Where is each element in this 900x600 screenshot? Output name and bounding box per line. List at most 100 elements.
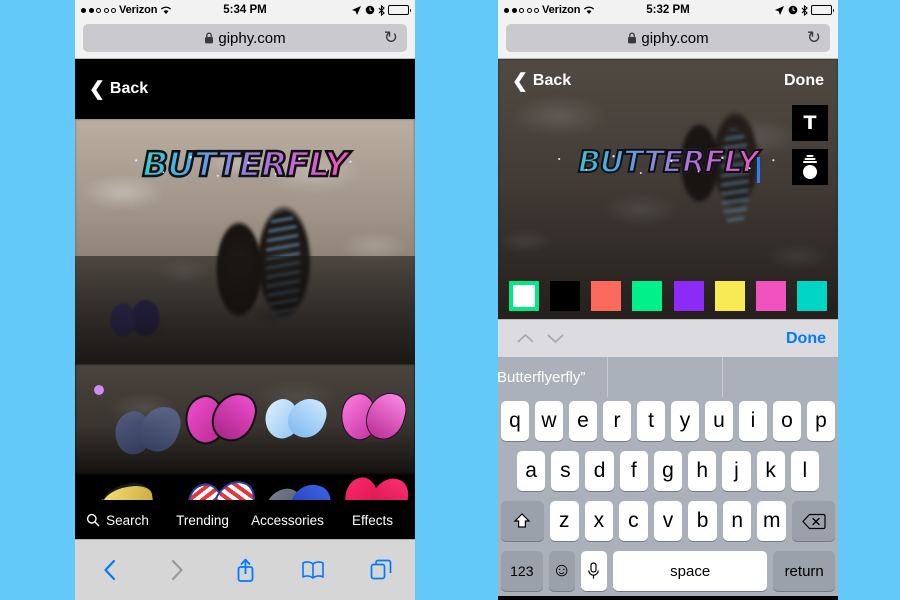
safari-bookmarks-button[interactable] [279,560,347,580]
key-z[interactable]: z [549,501,579,541]
address-bar[interactable]: giphy.com ↻ [83,24,407,52]
list-item[interactable] [109,401,185,459]
emoji-key[interactable]: ☺ [548,551,575,591]
key-f[interactable]: f [619,451,648,491]
key-h[interactable]: h [688,451,717,491]
text-caret [757,156,760,183]
share-icon [237,558,253,582]
swatch-black[interactable] [550,281,581,311]
key-p[interactable]: p [807,401,835,441]
return-key[interactable]: return [773,551,835,591]
book-icon [302,561,324,579]
predictive-text-bar[interactable]: “Butterflyerfly” [498,357,838,397]
shift-key[interactable] [501,501,544,541]
key-n[interactable]: n [722,501,752,541]
key-b[interactable]: b [688,501,717,541]
onscreen-keyboard[interactable]: q w e r t y u i o p a s d f g h j k l z … [498,397,838,596]
giphy-tab-bar[interactable]: Search Trending Accessories Effects [75,500,415,540]
space-key[interactable]: space [613,551,768,591]
photo-shadow-overlay [75,256,415,364]
dictation-key[interactable] [580,551,608,591]
key-c[interactable]: c [619,501,648,541]
tab-search-label: Search [106,512,149,528]
key-i[interactable]: i [739,401,767,441]
chevron-down-icon [547,334,563,343]
swatch-yellow[interactable] [714,281,745,311]
swatch-teal[interactable] [796,281,827,311]
key-t[interactable]: t [637,401,665,441]
key-g[interactable]: g [653,451,683,491]
screenshot-stage: Verizon 5:34 PM giphy.com ↻ ❮ Back BUTTE… [0,0,900,600]
left-back-button[interactable]: ❮ Back [89,80,148,99]
key-e[interactable]: e [569,401,597,441]
key-j[interactable]: j [722,451,751,491]
right-phone-screenshot: Verizon 5:32 PM giphy.com ↻ ❮ Back Done … [498,0,838,600]
previous-field-button[interactable] [510,333,540,344]
list-item[interactable] [177,386,262,450]
prediction-item-1[interactable]: “Butterflyerfly” [498,357,608,397]
key-m[interactable]: m [757,501,787,541]
key-v[interactable]: v [653,501,683,541]
key-w[interactable]: w [535,401,563,441]
swatch-green[interactable] [632,281,663,311]
sticker-editor-canvas[interactable]: ❮ Back Done T BUTTERFLY [498,59,838,319]
alarm-clock-icon [365,5,375,15]
key-y[interactable]: y [671,401,699,441]
prediction-item-2[interactable] [608,357,724,397]
right-browser-chrome: giphy.com ↻ [498,20,838,59]
keyboard-row-2: a s d f g h j k l [501,451,835,491]
key-u[interactable]: u [705,401,733,441]
safari-back-button[interactable] [75,559,143,581]
key-d[interactable]: d [585,451,614,491]
tab-search[interactable]: Search [75,513,160,528]
list-item[interactable] [93,384,105,396]
list-item[interactable] [259,393,331,443]
swatch-white[interactable] [509,281,539,311]
right-status-bar: Verizon 5:32 PM [498,0,838,20]
tab-trending[interactable]: Trending [160,513,245,528]
key-l[interactable]: l [790,451,819,491]
lock-icon [204,31,214,48]
tab-effects-label: Effects [351,512,394,528]
right-back-button[interactable]: ❮ Back [512,72,571,91]
butterfly-word-text: BUTTERFLY [75,144,415,187]
key-a[interactable]: a [517,451,546,491]
key-k[interactable]: k [756,451,785,491]
microphone-icon [588,562,600,579]
key-x[interactable]: x [584,501,614,541]
url-text: giphy.com [218,29,286,47]
next-field-button[interactable] [540,333,570,344]
swatch-purple[interactable] [673,281,704,311]
left-photo-canvas[interactable]: BUTTERFLY [75,119,415,364]
list-item[interactable] [335,388,411,445]
key-r[interactable]: r [603,401,631,441]
keyboard-done-button[interactable]: Done [786,330,826,348]
text-tool-icon: T [803,112,817,134]
safari-tabs-button[interactable] [347,559,415,581]
reload-icon[interactable]: ↻ [384,28,398,48]
numbers-key[interactable]: 123 [501,551,543,591]
prediction-item-3[interactable] [723,357,838,397]
chevron-left-icon: ❮ [89,78,105,100]
color-palette[interactable] [498,281,838,311]
tab-effects[interactable]: Effects [330,513,415,528]
text-tool-button[interactable]: T [792,105,828,141]
shift-icon [514,513,531,528]
brush-tool-button[interactable] [792,149,828,185]
address-bar[interactable]: giphy.com ↻ [506,24,830,52]
chevron-left-icon: ❮ [512,70,528,92]
reload-icon[interactable]: ↻ [807,28,821,48]
location-arrow-icon [775,5,784,15]
key-q[interactable]: q [501,401,529,441]
key-s[interactable]: s [551,451,580,491]
lock-icon [627,31,637,48]
swatch-magenta[interactable] [755,281,786,311]
swatch-salmon[interactable] [591,281,622,311]
editor-done-button[interactable]: Done [784,72,824,90]
location-arrow-icon [352,5,361,15]
safari-share-button[interactable] [211,557,279,583]
backspace-key[interactable] [792,501,835,541]
key-o[interactable]: o [773,401,801,441]
safari-forward-button[interactable] [143,559,211,581]
tab-accessories[interactable]: Accessories [245,513,330,528]
